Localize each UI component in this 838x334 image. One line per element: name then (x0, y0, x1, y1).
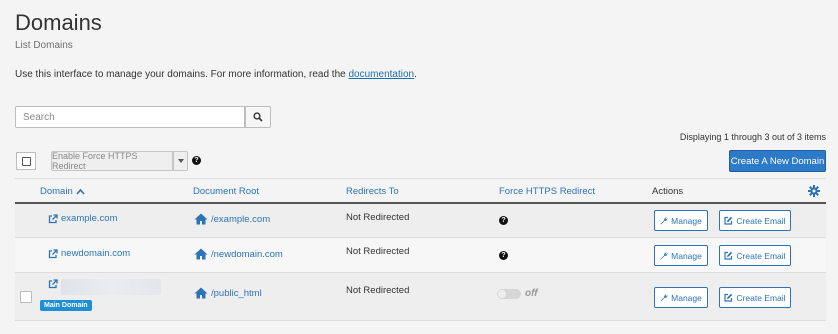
intro-text: Use this interface to manage your domain… (15, 69, 417, 80)
table-row: newdomain.com /newdomain.com Not Redirec… (15, 238, 826, 273)
table-header: Domain Document Root Redirects To Force … (15, 178, 826, 204)
col-forcehttps-header[interactable]: Force HTTPS Redirect (499, 186, 595, 197)
home-icon (194, 248, 208, 260)
docroot-cell: /public_html (194, 287, 262, 299)
table-row: example.com /example.com Not Redirected … (15, 204, 826, 238)
external-link-icon[interactable] (48, 279, 58, 289)
redirects-cell: Not Redirected (346, 246, 410, 257)
toggle-state-label: off (525, 288, 538, 299)
help-icon[interactable]: ? (499, 251, 508, 260)
manage-label: Manage (671, 250, 702, 261)
create-email-label: Create Email (736, 215, 786, 226)
force-https-toggle[interactable]: off (497, 288, 538, 299)
domain-cell (48, 279, 161, 295)
redirects-cell: Not Redirected (346, 212, 410, 223)
create-email-label: Create Email (736, 292, 786, 303)
manage-button[interactable]: Manage (654, 287, 708, 308)
docroot-link[interactable]: /newdomain.com (211, 249, 283, 260)
wrench-icon (660, 252, 668, 259)
manage-label: Manage (671, 215, 702, 226)
domain-cell: newdomain.com (48, 248, 130, 259)
search-button[interactable] (245, 106, 271, 128)
domain-link[interactable]: example.com (61, 213, 118, 224)
search-input[interactable] (15, 106, 245, 128)
force-https-button[interactable]: Enable Force HTTPS Redirect (51, 151, 173, 171)
create-domain-button[interactable]: Create A New Domain (729, 150, 826, 172)
create-email-button[interactable]: Create Email (719, 210, 791, 231)
domain-cell: example.com (48, 213, 118, 224)
intro-period: . (414, 69, 417, 80)
edit-icon (724, 216, 733, 225)
displaying-count: Displaying 1 through 3 out of 3 items (679, 132, 826, 142)
checkbox-box (21, 156, 31, 166)
intro-sentence: Use this interface to manage your domain… (15, 69, 349, 80)
wrench-icon (660, 294, 668, 301)
help-icon[interactable]: ? (192, 156, 201, 165)
select-all-checkbox[interactable] (16, 152, 36, 170)
toggle-switch (497, 288, 521, 299)
wrench-icon (660, 217, 668, 224)
settings-gear-icon[interactable] (808, 185, 820, 197)
col-domain-label: Domain (40, 186, 73, 197)
edit-icon (724, 293, 733, 302)
home-icon (194, 213, 208, 225)
table-row: Main Domain /public_html Not Redirected … (15, 273, 826, 321)
col-actions-header: Actions (652, 186, 684, 197)
docroot-link[interactable]: /example.com (211, 214, 270, 225)
col-docroot-header[interactable]: Document Root (193, 186, 259, 197)
search-icon (253, 112, 263, 122)
manage-button[interactable]: Manage (654, 210, 708, 231)
manage-button[interactable]: Manage (654, 245, 708, 266)
domain-link[interactable]: newdomain.com (61, 248, 130, 259)
redacted-domain (61, 279, 161, 295)
docroot-cell: /example.com (194, 213, 270, 225)
manage-label: Manage (671, 292, 702, 303)
page-title: Domains (15, 10, 102, 35)
create-email-button[interactable]: Create Email (719, 245, 791, 266)
home-icon (194, 287, 208, 299)
external-link-icon[interactable] (48, 248, 58, 259)
create-email-label: Create Email (736, 250, 786, 261)
breadcrumb: List Domains (15, 40, 73, 51)
edit-icon (724, 251, 733, 260)
docroot-cell: /newdomain.com (194, 248, 283, 260)
documentation-link[interactable]: documentation (349, 69, 415, 80)
row-checkbox[interactable] (20, 291, 32, 303)
help-icon[interactable]: ? (499, 216, 508, 225)
create-email-button[interactable]: Create Email (719, 287, 791, 308)
col-domain-header[interactable]: Domain (40, 186, 85, 197)
force-https-dropdown[interactable] (173, 151, 188, 171)
main-domain-badge: Main Domain (40, 300, 92, 311)
caret-down-icon (177, 159, 184, 163)
col-redirects-header[interactable]: Redirects To (346, 186, 399, 197)
sort-asc-icon (76, 188, 85, 195)
docroot-link[interactable]: /public_html (211, 288, 262, 299)
redirects-cell: Not Redirected (346, 285, 410, 296)
domains-table: Domain Document Root Redirects To Force … (15, 178, 826, 321)
external-link-icon[interactable] (48, 213, 58, 224)
